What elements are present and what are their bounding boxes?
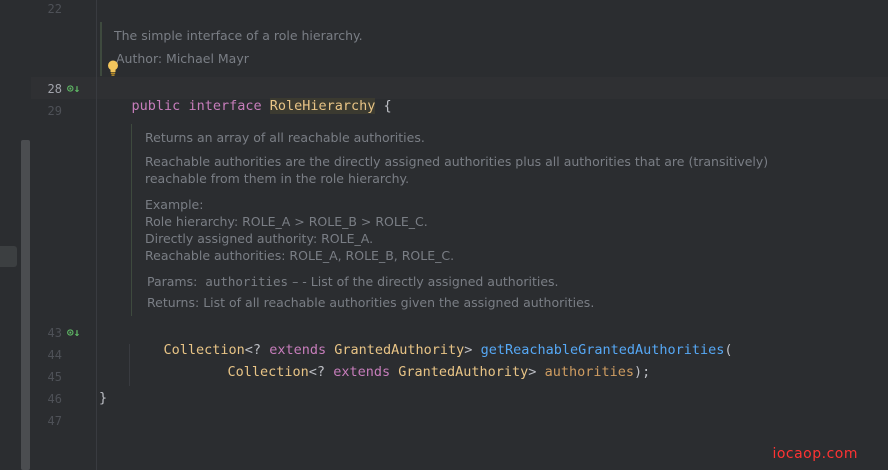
- params-desc: – - List of the directly assigned author…: [288, 274, 559, 289]
- param-close: );: [633, 364, 651, 380]
- method-doc-line: reachable from them in the role hierarch…: [145, 171, 410, 186]
- method-doc-returns: Returns: List of all reachable authoriti…: [147, 294, 594, 311]
- paren-open: (: [724, 342, 733, 358]
- side-panel-tab[interactable]: [0, 246, 17, 267]
- line-number: 47: [47, 414, 62, 428]
- params-name: authorities: [205, 274, 289, 289]
- method-doc-example: Role hierarchy: ROLE_A > ROLE_B > ROLE_C…: [145, 214, 428, 229]
- code-editor[interactable]: 22 28 ⊙↓ 29 43 ⊙↓ 44 45 46 47 The simple…: [0, 0, 888, 470]
- brace-open: {: [383, 98, 392, 114]
- indent-guide: [129, 344, 130, 386]
- line-number: 28: [47, 82, 62, 96]
- method-signature-line2[interactable]: Collection<? extends GrantedAuthority> a…: [195, 345, 651, 399]
- method-doc-border: [131, 124, 132, 316]
- class-doc-author: Author: Michael Mayr: [116, 51, 249, 66]
- scrollbar-thumb[interactable]: [21, 140, 30, 470]
- keyword-public: public: [131, 98, 181, 114]
- interface-name[interactable]: RoleHierarchy: [269, 98, 376, 114]
- doc-border: [100, 22, 102, 76]
- gutter-separator: [96, 0, 97, 470]
- returns-label: Returns:: [147, 295, 200, 310]
- param-name[interactable]: authorities: [545, 364, 634, 380]
- line-number: 45: [47, 370, 62, 384]
- implemented-icon[interactable]: ⊙↓: [67, 81, 80, 97]
- method-doc-line: Returns an array of all reachable author…: [145, 130, 425, 145]
- method-doc-line: Reachable authorities are the directly a…: [145, 154, 769, 169]
- lightbulb-icon[interactable]: [106, 59, 120, 77]
- keyword-extends: extends: [333, 364, 391, 380]
- line-number: 43: [47, 326, 62, 340]
- method-doc-example: Directly assigned authority: ROLE_A.: [145, 231, 374, 246]
- returns-desc: List of all reachable authorities given …: [203, 295, 595, 310]
- class-doc-summary: The simple interface of a role hierarchy…: [114, 28, 363, 43]
- line-number: 29: [47, 104, 62, 118]
- line-number: 44: [47, 348, 62, 362]
- line-number: 22: [47, 2, 62, 16]
- params-label: Params:: [147, 274, 198, 289]
- param-type[interactable]: Collection: [228, 364, 309, 380]
- param-element-type[interactable]: GrantedAuthority: [398, 364, 528, 380]
- method-doc-example: Reachable authorities: ROLE_A, ROLE_B, R…: [145, 248, 455, 263]
- line-number: 46: [47, 392, 62, 406]
- method-doc-params: Params: authorities – - List of the dire…: [147, 273, 559, 290]
- watermark: iocaop.com: [772, 446, 858, 462]
- method-doc-example-label: Example:: [145, 197, 204, 212]
- keyword-interface: interface: [188, 98, 262, 114]
- interface-declaration[interactable]: public interface RoleHierarchy {: [99, 79, 392, 133]
- generic-open: <?: [308, 364, 334, 380]
- brace-close: }: [99, 390, 108, 406]
- generic-close: >: [528, 364, 537, 380]
- implemented-icon[interactable]: ⊙↓: [67, 325, 80, 341]
